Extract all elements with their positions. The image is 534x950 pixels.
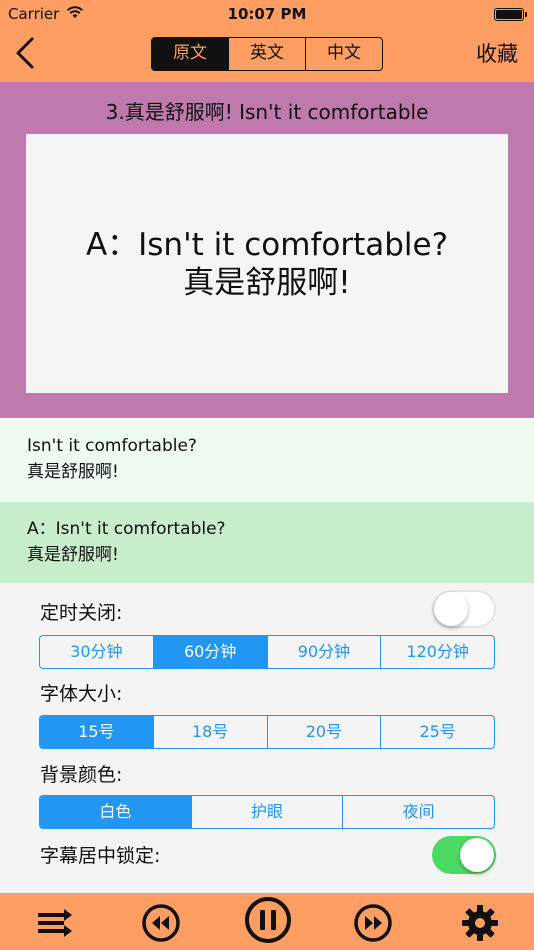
background-option-night[interactable]: 夜间	[342, 796, 494, 828]
font-size-option-25[interactable]: 25号	[380, 716, 494, 748]
background-color-options: 白色 护眼 夜间	[39, 795, 495, 829]
toggle-knob	[434, 592, 468, 626]
status-bar: Carrier 10:07 PM	[0, 0, 534, 28]
lesson-panel: 3.真是舒服啊! Isn't it comfortable A：Isn't it…	[0, 82, 534, 418]
font-size-option-18[interactable]: 18号	[152, 716, 267, 748]
language-tabs: 原文 英文 中文	[151, 37, 383, 71]
settings-panel: 定时关闭: 30分钟 60分钟 90分钟 120分钟 字体大小: 15号 18号…	[0, 583, 534, 893]
subtitle-lock-toggle[interactable]	[432, 836, 496, 874]
sentence-row[interactable]: Isn't it comfortable? 真是舒服啊!	[0, 418, 534, 502]
background-option-eye-care[interactable]: 护眼	[190, 796, 343, 828]
lesson-title: 3.真是舒服啊! Isn't it comfortable	[105, 100, 429, 124]
subtitle-lock-label: 字幕居中锁定:	[40, 845, 161, 867]
status-time: 10:07 PM	[227, 5, 307, 23]
sentence-chinese: 真是舒服啊!	[27, 462, 119, 482]
font-size-options: 15号 18号 20号 25号	[39, 715, 495, 749]
card-line-english: A：Isn't it comfortable?	[85, 226, 449, 263]
sentence-row-active[interactable]: A：Isn't it comfortable? 真是舒服啊!	[0, 502, 534, 583]
background-color-label: 背景颜色:	[40, 764, 123, 786]
background-option-white[interactable]: 白色	[40, 796, 191, 828]
fast-forward-icon[interactable]	[351, 901, 395, 945]
font-size-option-20[interactable]: 20号	[266, 716, 381, 748]
player-toolbar	[0, 893, 534, 950]
sentence-english: A：Isn't it comfortable?	[27, 519, 226, 539]
gear-icon[interactable]	[458, 901, 502, 945]
toggle-knob	[460, 838, 494, 872]
back-chevron-icon[interactable]	[12, 36, 42, 70]
pause-icon[interactable]	[243, 895, 293, 945]
timer-options: 30分钟 60分钟 90分钟 120分钟	[39, 635, 495, 669]
timer-option-90[interactable]: 90分钟	[266, 636, 381, 668]
rewind-icon[interactable]	[139, 901, 183, 945]
tab-english[interactable]: 英文	[228, 38, 305, 70]
sentence-english: Isn't it comfortable?	[27, 436, 197, 456]
tab-chinese[interactable]: 中文	[305, 38, 382, 70]
font-size-option-15[interactable]: 15号	[40, 716, 153, 748]
font-size-label: 字体大小:	[40, 683, 123, 705]
battery-icon	[494, 8, 527, 21]
sentence-chinese: 真是舒服啊!	[27, 545, 119, 565]
timer-toggle[interactable]	[432, 590, 496, 628]
timer-label: 定时关闭:	[40, 602, 123, 624]
subtitle-card: A：Isn't it comfortable? 真是舒服啊!	[26, 134, 508, 393]
favorite-button[interactable]: 收藏	[476, 38, 518, 68]
tab-original[interactable]: 原文	[152, 38, 228, 70]
timer-option-60[interactable]: 60分钟	[152, 636, 267, 668]
card-line-chinese: 真是舒服啊!	[183, 264, 351, 301]
timer-option-120[interactable]: 120分钟	[380, 636, 494, 668]
header-bar: Carrier 10:07 PM 原文 英文 中文 收藏	[0, 0, 534, 82]
timer-option-30[interactable]: 30分钟	[40, 636, 153, 668]
playlist-icon[interactable]	[32, 901, 76, 945]
